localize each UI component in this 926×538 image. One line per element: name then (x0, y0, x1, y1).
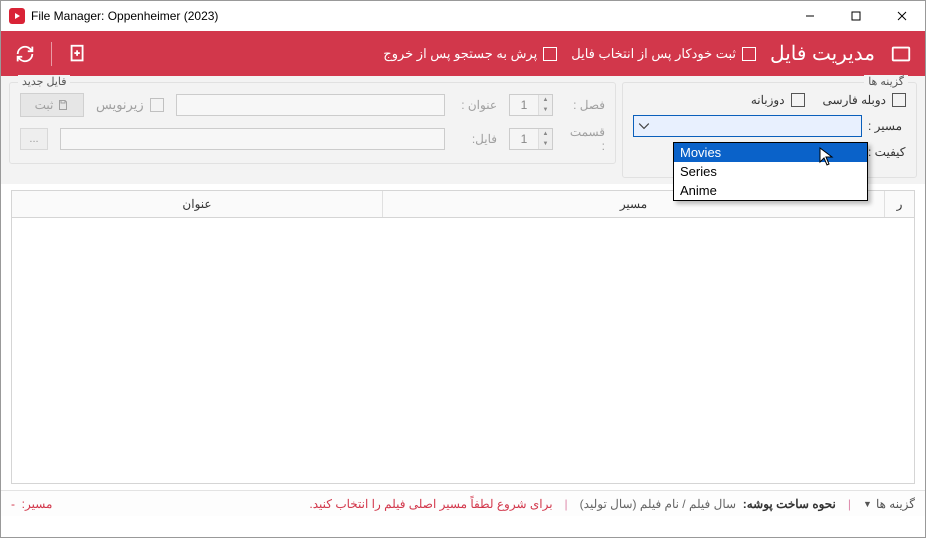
bilingual-checkbox[interactable]: دوزبانه (751, 93, 805, 107)
window-title: File Manager: Oppenheimer (2023) (31, 9, 218, 23)
path-label: مسیر : (868, 119, 906, 133)
status-warning: برای شروع لطفاً مسیر اصلی فیلم را انتخاب… (309, 497, 552, 511)
status-path: مسیر: - (11, 497, 52, 511)
main-toolbar: مدیریت فایل ثبت خودکار پس از انتخاب فایل… (1, 31, 925, 76)
title-label: عنوان : (457, 98, 497, 112)
jump-checkbox[interactable]: پرش به جستجو پس از خروج (383, 46, 557, 62)
toolbar-divider (51, 42, 52, 66)
dropdown-item-anime[interactable]: Anime (674, 181, 867, 200)
fullscreen-icon[interactable] (889, 42, 913, 66)
season-spinner[interactable]: ▲▼ 1 (509, 94, 553, 116)
spinner-down-icon: ▼ (538, 139, 552, 149)
browse-button[interactable]: ... (20, 128, 48, 150)
add-file-icon[interactable] (66, 42, 90, 66)
refresh-icon[interactable] (13, 42, 37, 66)
title-input[interactable] (176, 94, 445, 116)
save-icon (57, 99, 69, 111)
status-folder-pattern: نحوه ساخت پوشه: سال فیلم / نام فیلم (سال… (580, 497, 836, 511)
path-dropdown-popup: Movies Series Anime (673, 142, 868, 201)
file-label: فایل: (457, 132, 497, 146)
status-bar: گزینه ها ▼ | نحوه ساخت پوشه: سال فیلم / … (1, 490, 925, 516)
col-row-header[interactable]: ر (884, 191, 914, 217)
spinner-down-icon: ▼ (538, 105, 552, 115)
dropdown-item-series[interactable]: Series (674, 162, 867, 181)
status-options[interactable]: گزینه ها ▼ (863, 497, 915, 511)
titlebar: File Manager: Oppenheimer (2023) (1, 1, 925, 31)
newfile-legend: فایل جدید (18, 75, 70, 88)
grid-body (12, 218, 914, 483)
season-label: فصل : (565, 98, 605, 112)
path-combobox[interactable] (633, 115, 862, 137)
maximize-button[interactable] (833, 1, 879, 31)
close-button[interactable] (879, 1, 925, 31)
file-input[interactable] (60, 128, 445, 150)
toolbar-title: مدیریت فایل (770, 41, 875, 66)
minimize-button[interactable] (787, 1, 833, 31)
episode-spinner[interactable]: ▲▼ 1 (509, 128, 553, 150)
submit-button[interactable]: ثبت (20, 93, 84, 117)
files-grid: ر مسیر عنوان (11, 190, 915, 484)
dropdown-item-movies[interactable]: Movies (674, 143, 867, 162)
options-legend: گزینه ها (864, 75, 908, 88)
app-icon (9, 8, 25, 24)
col-title-header[interactable]: عنوان (12, 191, 382, 217)
quality-label: کیفیت : (868, 145, 906, 159)
newfile-groupbox: فایل جدید فصل : ▲▼ 1 عنوان : زیرنویس ثبت… (9, 82, 616, 164)
dubbed-checkbox[interactable]: دوبله فارسی (823, 93, 906, 107)
autosave-checkbox[interactable]: ثبت خودکار پس از انتخاب فایل (571, 46, 756, 62)
subtitle-checkbox[interactable]: زیرنویس (96, 97, 164, 113)
spinner-up-icon: ▲ (538, 129, 552, 139)
spinner-up-icon: ▲ (538, 95, 552, 105)
episode-label: قسمت : (565, 125, 605, 153)
